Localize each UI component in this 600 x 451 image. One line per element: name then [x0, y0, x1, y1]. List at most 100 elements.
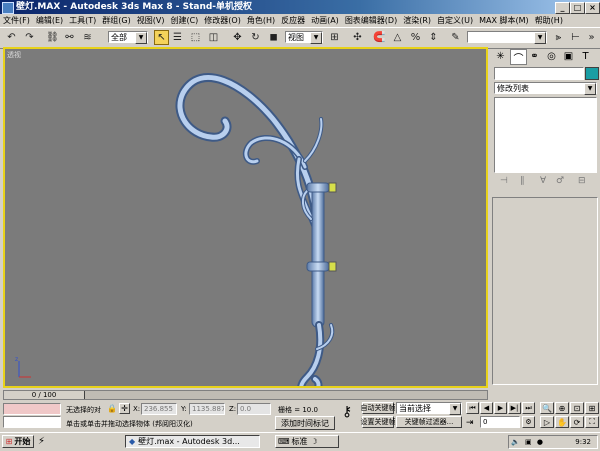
redo-icon[interactable]: ↷: [22, 30, 37, 45]
reference-coordinate-dropdown[interactable]: 视图 ▼: [285, 31, 323, 44]
menu-item-5[interactable]: 创建(C): [167, 14, 201, 27]
z-coordinate-field[interactable]: 0.0: [237, 403, 271, 415]
perspective-viewport[interactable]: 透视 z: [3, 47, 488, 388]
field-of-view-icon[interactable]: ▷: [540, 416, 554, 428]
bind-to-space-warp-icon[interactable]: ≋: [80, 30, 95, 45]
align-icon[interactable]: ⊢: [568, 30, 583, 45]
menu-item-0[interactable]: 文件(F): [0, 14, 33, 27]
lock-icon[interactable]: 🔒: [107, 404, 117, 413]
menu-item-2[interactable]: 工具(T): [66, 14, 99, 27]
menu-item-14[interactable]: 帮助(H): [532, 14, 566, 27]
menu-item-7[interactable]: 角色(H): [244, 14, 278, 27]
edit-named-selections-icon[interactable]: ✎: [448, 30, 463, 45]
quick-launch-icon[interactable]: ⚡: [38, 436, 45, 447]
menu-item-11[interactable]: 渲染(R): [400, 14, 434, 27]
motion-tab-icon[interactable]: ◎: [544, 49, 559, 63]
show-end-result-icon[interactable]: ∥: [520, 176, 525, 186]
window-crossing-icon[interactable]: ◫: [206, 30, 221, 45]
select-and-scale-icon[interactable]: ◼: [266, 30, 281, 45]
antivirus-icon[interactable]: ●: [537, 438, 543, 446]
select-and-manipulate-icon[interactable]: ✣: [350, 30, 365, 45]
zoom-extents-icon[interactable]: ⊡: [570, 402, 584, 414]
menu-item-9[interactable]: 动画(A): [308, 14, 342, 27]
angle-snap-icon[interactable]: △: [390, 30, 405, 45]
key-mode-dropdown[interactable]: 当前选择 ▼: [396, 402, 462, 415]
mirror-icon[interactable]: ⫸: [551, 30, 566, 45]
arc-rotate-icon[interactable]: ⟳: [570, 416, 584, 428]
snap-toggle-icon[interactable]: 🧲: [372, 30, 387, 45]
maximize-button[interactable]: □: [570, 2, 585, 14]
select-by-name-icon[interactable]: ☰: [170, 30, 185, 45]
hierarchy-tab-icon[interactable]: ⚭: [527, 49, 542, 63]
y-coordinate-field[interactable]: 1135.887: [189, 403, 225, 415]
maxscript-listener-mini[interactable]: [3, 403, 61, 415]
key-filters-button[interactable]: 关键帧过滤器...: [396, 416, 462, 428]
app-icon[interactable]: [2, 2, 14, 14]
percent-snap-icon[interactable]: %: [408, 30, 423, 45]
menu-item-13[interactable]: MAX 脚本(M): [476, 14, 532, 27]
pin-stack-icon[interactable]: ⊣: [500, 176, 508, 186]
key-mode-toggle-icon[interactable]: ⇥: [466, 418, 474, 428]
remove-modifier-icon[interactable]: ♂: [556, 176, 564, 186]
network-icon[interactable]: ▣: [525, 438, 532, 446]
start-button[interactable]: ⊞ 开始: [2, 435, 34, 448]
absolute-mode-toggle-icon[interactable]: ✛: [119, 403, 130, 414]
time-slider-thumb[interactable]: 0 / 100: [4, 391, 85, 399]
undo-icon[interactable]: ↶: [4, 30, 19, 45]
spinner-snap-icon[interactable]: ⇕: [426, 30, 441, 45]
pivot-center-icon[interactable]: ⊞: [327, 30, 342, 45]
pan-icon[interactable]: ✋: [555, 416, 569, 428]
unlink-icon[interactable]: ⚯: [62, 30, 77, 45]
menu-item-1[interactable]: 编辑(E): [33, 14, 66, 27]
previous-frame-icon[interactable]: ◀: [480, 402, 493, 414]
named-selection-sets-dropdown[interactable]: ▼: [467, 31, 547, 44]
menu-item-4[interactable]: 视图(V): [134, 14, 168, 27]
select-and-rotate-icon[interactable]: ↻: [248, 30, 263, 45]
rectangular-selection-icon[interactable]: ⬚: [188, 30, 203, 45]
x-coordinate-field[interactable]: 236.855: [141, 403, 177, 415]
configure-modifier-sets-icon[interactable]: ⊟: [578, 176, 586, 186]
menu-item-6[interactable]: 修改器(O): [201, 14, 244, 27]
set-key-button[interactable]: 设置关键帧: [361, 416, 396, 428]
selection-filter-dropdown[interactable]: 全部 ▼: [108, 31, 148, 44]
menu-item-8[interactable]: 反应器: [278, 14, 308, 27]
zoom-extents-all-icon[interactable]: ⊞: [585, 402, 599, 414]
taskbar-task-3dsmax[interactable]: ◆ 壁灯.max - Autodesk 3d...: [125, 435, 260, 448]
select-and-move-icon[interactable]: ✥: [230, 30, 245, 45]
maximize-viewport-icon[interactable]: ⛶: [585, 416, 599, 428]
object-color-swatch[interactable]: [585, 67, 599, 80]
go-to-start-icon[interactable]: ⏮: [466, 402, 479, 414]
select-and-link-icon[interactable]: ⛓: [45, 30, 60, 45]
toolbar-more-icon[interactable]: »: [584, 30, 599, 45]
make-unique-icon[interactable]: ∀: [540, 176, 546, 186]
select-object-icon[interactable]: ↖: [154, 30, 169, 45]
zoom-all-icon[interactable]: ⊕: [555, 402, 569, 414]
create-tab-icon[interactable]: ✳: [493, 49, 508, 63]
close-button[interactable]: ×: [585, 2, 600, 14]
modifier-stack[interactable]: [494, 97, 597, 173]
object-name-field[interactable]: [494, 67, 584, 80]
time-slider[interactable]: 0 / 100: [3, 390, 488, 400]
menu-item-3[interactable]: 群组(G): [99, 14, 133, 27]
selection-status: 无选择的对: [66, 406, 101, 414]
menu-item-12[interactable]: 自定义(U): [434, 14, 476, 27]
ime-toolbar[interactable]: ⌨ 标准 ☽: [275, 435, 339, 448]
next-frame-icon[interactable]: ▶|: [508, 402, 521, 414]
go-to-end-icon[interactable]: ⏭: [522, 402, 535, 414]
play-icon[interactable]: ▶: [494, 402, 507, 414]
menu-item-10[interactable]: 图表编辑器(D): [342, 14, 400, 27]
auto-key-button[interactable]: 自动关键帧: [361, 402, 396, 414]
modify-tab-icon[interactable]: ⌒: [510, 49, 527, 65]
zoom-icon[interactable]: 🔍: [540, 402, 554, 414]
maxscript-input[interactable]: [3, 416, 61, 428]
current-frame-field[interactable]: 0: [480, 416, 520, 428]
speaker-icon[interactable]: 🔈: [511, 438, 520, 446]
tray-clock[interactable]: 9:32: [575, 436, 591, 448]
utilities-tab-icon[interactable]: T: [578, 49, 593, 63]
key-icon[interactable]: ⚷: [342, 404, 352, 420]
display-tab-icon[interactable]: ▣: [561, 49, 576, 63]
add-time-tag-button[interactable]: 添加时间标记: [275, 416, 335, 430]
modifier-list-dropdown[interactable]: 修改列表 ▼: [494, 82, 597, 95]
minimize-button[interactable]: _: [555, 2, 570, 14]
time-configuration-icon[interactable]: ⚙: [522, 416, 535, 428]
